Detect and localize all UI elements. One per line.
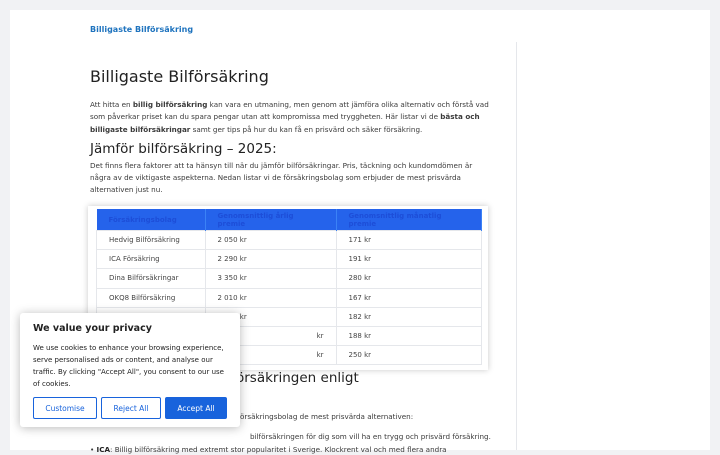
cell-company: Hedvig Bilförsäkring bbox=[96, 229, 206, 251]
intro-text-1: Att hitta en bbox=[90, 100, 133, 109]
accept-all-button[interactable]: Accept All bbox=[165, 397, 227, 419]
table-row: Dina Bilförsäkringar 3 350 kr 280 kr bbox=[96, 268, 482, 289]
cookie-consent-dialog: We value your privacy We use cookies to … bbox=[20, 313, 240, 427]
table-row: OKQ8 Bilförsäkring 2 010 kr 167 kr bbox=[96, 287, 482, 308]
intro-text-3: samt ger tips på hur du kan få en prisvä… bbox=[190, 124, 423, 134]
cell-monthly: 280 kr bbox=[335, 268, 482, 289]
cookie-text: We use cookies to enhance your browsing … bbox=[33, 344, 224, 388]
cell-company: OKQ8 Bilförsäkring bbox=[96, 287, 206, 308]
cell-monthly: 250 kr bbox=[335, 345, 482, 366]
cell-monthly: 171 kr bbox=[335, 229, 482, 251]
table-header-row: Försäkringsbolag Genomsnittlig årlig pre… bbox=[96, 209, 482, 231]
cell-annual: 2 290 kr bbox=[204, 249, 337, 270]
table-row: ICA Försäkring 2 290 kr 191 kr bbox=[96, 249, 482, 270]
header-annual-premium: Genomsnittlig årlig premie bbox=[205, 209, 337, 231]
customise-button[interactable]: Customise bbox=[33, 397, 97, 419]
cookie-title: We value your privacy bbox=[33, 323, 152, 334]
page-title: Billigaste Bilförsäkring bbox=[90, 67, 269, 86]
best-paragraph: örsäkringsbolag de mest prisvärda altern… bbox=[240, 412, 414, 421]
cell-annual: 2 010 kr bbox=[204, 287, 337, 308]
sidebar-divider bbox=[516, 42, 517, 450]
table-row: Hedvig Bilförsäkring 2 050 kr 171 kr bbox=[96, 229, 482, 251]
site-title-link[interactable]: Billigaste Bilförsäkring bbox=[90, 25, 193, 34]
cell-monthly: 191 kr bbox=[335, 249, 482, 270]
reject-all-button[interactable]: Reject All bbox=[101, 397, 161, 419]
cell-annual: 2 050 kr bbox=[204, 229, 337, 251]
best-insurance-heading: örsäkringen enligt bbox=[236, 370, 359, 386]
best-heading-text: örsäkringen enligt bbox=[236, 370, 359, 386]
compare-heading: Jämför bilförsäkring – 2025: bbox=[90, 141, 277, 157]
list-item-text: bilförsäkringen för dig som vill ha en t… bbox=[250, 432, 491, 441]
compare-paragraph: Det finns flera faktorer att ta hänsyn t… bbox=[90, 161, 473, 194]
cell-annual: 3 350 kr bbox=[204, 268, 337, 289]
cell-monthly: 188 kr bbox=[335, 325, 482, 347]
list-item: bilförsäkringen för dig som vill ha en t… bbox=[250, 432, 491, 441]
cell-company: ICA Försäkring bbox=[96, 249, 206, 270]
intro-bold-1: billig bilförsäkring bbox=[132, 100, 208, 109]
intro-paragraph: Att hitta en billig bilförsäkring kan va… bbox=[90, 99, 490, 136]
cell-company: Dina Bilförsäkringar bbox=[96, 268, 206, 289]
cell-monthly: 167 kr bbox=[335, 287, 482, 308]
cell-monthly: 182 kr bbox=[335, 306, 482, 327]
header-company: Försäkringsbolag bbox=[96, 209, 206, 231]
header-monthly-premium: Genomsnittlig månatlig premie bbox=[336, 209, 482, 231]
